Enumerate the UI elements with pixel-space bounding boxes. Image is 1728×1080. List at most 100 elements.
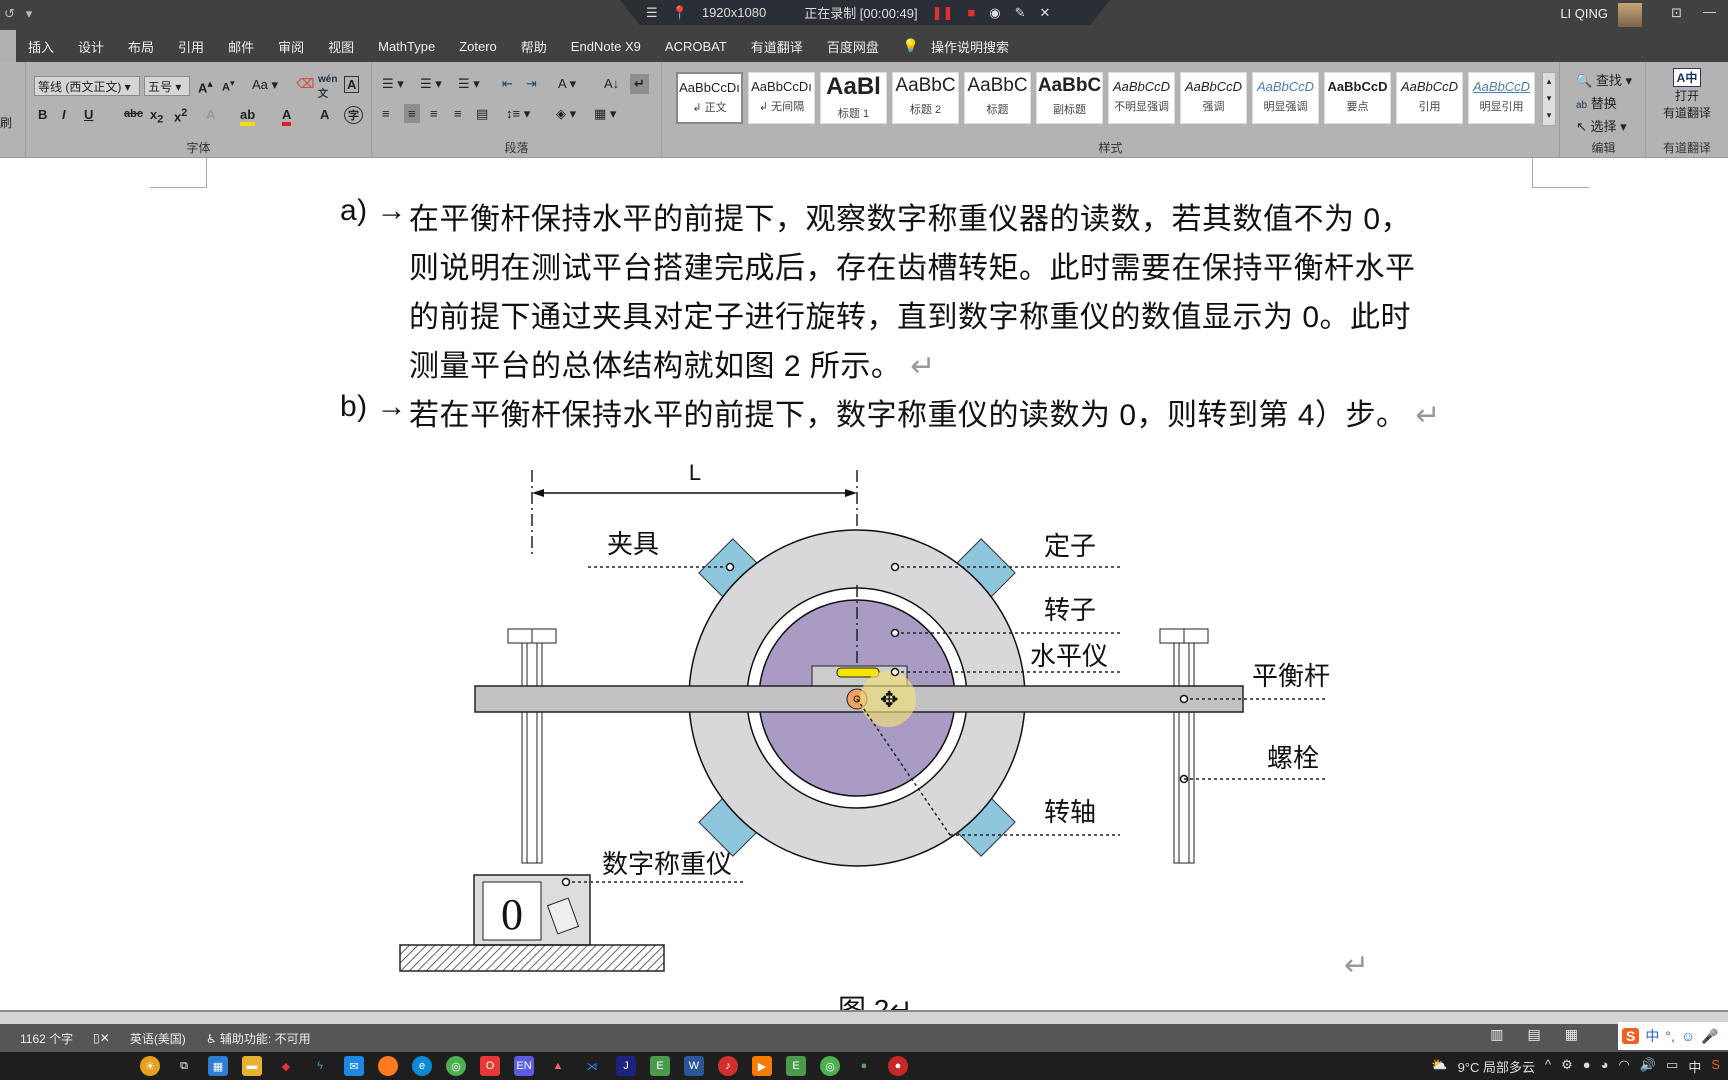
office-icon[interactable]: O [480, 1056, 500, 1076]
style-item[interactable]: AaBbCcDı ↲ 无间隔 [748, 72, 815, 124]
phonetic-guide-icon[interactable]: wén 文 [318, 74, 337, 100]
bold-button[interactable]: B [38, 107, 47, 122]
format-painter-label[interactable]: 刷 [0, 114, 12, 131]
grow-font-icon[interactable]: A▴ [198, 77, 213, 95]
tab-design[interactable]: 设计 [66, 37, 116, 56]
bullets-icon[interactable]: ☰ ▾ [382, 76, 404, 92]
font-name-select[interactable]: 等线 (西文正文) ▾ [34, 76, 140, 96]
tray-sogou-icon[interactable]: S [1711, 1057, 1720, 1076]
edt-icon[interactable]: E [650, 1056, 670, 1076]
style-item[interactable]: AaBbCcD 明显引用 [1468, 72, 1535, 124]
italic-button[interactable]: I [62, 107, 66, 122]
subscript-button[interactable]: x2 [150, 107, 163, 126]
find-button[interactable]: 🔍 查找 ▾ [1576, 70, 1632, 89]
tab-layout[interactable]: 布局 [116, 37, 166, 56]
tab-home-edge[interactable] [0, 30, 16, 62]
store-icon[interactable]: ▦ [208, 1056, 228, 1076]
app-red-diamond-icon[interactable]: ◆ [276, 1056, 296, 1076]
battery-icon[interactable]: ▭ [1666, 1057, 1678, 1076]
style-item[interactable]: AaBl 标题 1 [820, 72, 887, 124]
avatar[interactable] [1618, 3, 1642, 27]
tab-help[interactable]: 帮助 [509, 37, 559, 56]
camera-icon[interactable]: ◉ [989, 5, 1000, 21]
chinese-layout-icon[interactable]: A ▾ [558, 76, 576, 92]
change-case-icon[interactable]: Aa ▾ [252, 77, 278, 93]
print-layout-icon[interactable]: ▤ [1528, 1026, 1541, 1043]
close-icon[interactable]: ✕ [1040, 5, 1051, 21]
mic-icon[interactable]: 🎤 [1701, 1028, 1718, 1045]
tab-zotero[interactable]: Zotero [447, 39, 509, 54]
endnote-icon[interactable]: EN [514, 1056, 534, 1076]
char-border-icon[interactable]: A [344, 76, 360, 93]
select-button[interactable]: ↖ 选择 ▾ [1576, 116, 1627, 135]
enclose-char-icon[interactable]: 字 [344, 106, 363, 124]
web-layout-icon[interactable]: ▦ [1565, 1026, 1578, 1043]
youdao-open-button[interactable]: A中 打开 有道翻译 [1646, 68, 1728, 121]
justify-icon[interactable]: ≡ [454, 106, 462, 121]
weather[interactable]: 9°C 局部多云 [1458, 1057, 1535, 1076]
distributed-icon[interactable]: ▤ [476, 106, 488, 122]
proofing-icon[interactable]: ▯✕ [93, 1031, 110, 1045]
word-count[interactable]: 1162 个字 [20, 1030, 73, 1047]
user-name[interactable]: LI QING [1560, 6, 1608, 21]
wechat-icon[interactable]: ● [854, 1056, 874, 1076]
chrome-icon-2[interactable]: ◎ [820, 1056, 840, 1076]
numbering-icon[interactable]: ☰ ▾ [420, 76, 442, 92]
tab-references[interactable]: 引用 [166, 37, 216, 56]
tab-mailings[interactable]: 邮件 [216, 37, 266, 56]
tab-youdao[interactable]: 有道翻译 [739, 37, 815, 56]
widgets-icon[interactable]: ☀ [140, 1056, 160, 1076]
wifi-icon[interactable]: ◠ [1618, 1057, 1629, 1076]
style-item[interactable]: AaBbCcDı ↲ 正文 [676, 72, 743, 124]
tray-app-icon[interactable]: ⚙ [1561, 1057, 1573, 1076]
ime-toolbar[interactable]: S 中 °, ☺ 🎤 [1618, 1022, 1728, 1050]
multilevel-list-icon[interactable]: ☰ ▾ [458, 76, 480, 92]
tab-mathtype[interactable]: MathType [366, 39, 447, 54]
font-size-select[interactable]: 五号 ▾ [144, 76, 190, 96]
quick-access-customize-icon[interactable]: ↺ ▾ [4, 6, 32, 22]
edge-icon[interactable]: e [412, 1056, 432, 1076]
pen-icon[interactable]: ✎ [1015, 5, 1026, 21]
tray-overflow-icon[interactable]: ^ [1545, 1057, 1551, 1076]
style-item[interactable]: AaBbC 标题 [964, 72, 1031, 124]
mail-icon[interactable]: ✉ [344, 1056, 364, 1076]
task-view-icon[interactable]: ⧉ [174, 1056, 194, 1076]
jmag-icon[interactable]: J [616, 1056, 636, 1076]
shading-icon[interactable]: ◈ ▾ [556, 106, 576, 122]
language[interactable]: 英语(美国) [130, 1030, 186, 1047]
replace-button[interactable]: ab 替换 [1576, 93, 1617, 112]
style-item[interactable]: AaBbCcD 要点 [1324, 72, 1391, 124]
file-explorer-icon[interactable]: ▬ [242, 1056, 262, 1076]
style-item[interactable]: AaBbCcD 明显强调 [1252, 72, 1319, 124]
read-mode-icon[interactable]: ▥ [1490, 1026, 1503, 1043]
app-lightning-icon[interactable]: ϟ [310, 1056, 330, 1076]
vscode-icon[interactable]: ⋊ [582, 1056, 602, 1076]
chrome-icon[interactable]: ◎ [446, 1056, 466, 1076]
font-color-icon[interactable]: A [282, 107, 292, 126]
borders-icon[interactable]: ▦ ▾ [594, 106, 616, 122]
clear-format-icon[interactable]: ⌫ [296, 76, 314, 92]
ribbon-display-options-icon[interactable]: ⊡ [1671, 5, 1682, 21]
decrease-indent-icon[interactable]: ⇤ [502, 76, 513, 92]
show-marks-icon[interactable]: ↵ [630, 74, 649, 94]
superscript-button[interactable]: x2 [174, 107, 187, 124]
pin-icon[interactable]: 📍 [672, 5, 688, 21]
styles-scroll[interactable]: ▴ ▾ ▾ [1542, 72, 1556, 126]
align-right-icon[interactable]: ≡ [430, 106, 438, 121]
firefox-icon[interactable] [378, 1056, 398, 1076]
volume-icon[interactable]: 🔊 [1640, 1057, 1656, 1076]
char-shading-icon[interactable]: A [320, 107, 329, 122]
edt-icon-2[interactable]: E [786, 1056, 806, 1076]
style-item[interactable]: AaBbCcD 强调 [1180, 72, 1247, 124]
emoji-icon[interactable]: ☺ [1681, 1028, 1695, 1044]
recorder-icon[interactable]: ● [888, 1056, 908, 1076]
style-item[interactable]: AaBbC 标题 2 [892, 72, 959, 124]
matlab-icon[interactable]: ▲ [548, 1056, 568, 1076]
text-effects-icon[interactable]: A [206, 107, 215, 122]
line-spacing-icon[interactable]: ↕≡ ▾ [506, 106, 530, 122]
tray-language[interactable]: 中 [1688, 1057, 1701, 1076]
tab-review[interactable]: 审阅 [266, 37, 316, 56]
tray-wechat-icon[interactable]: ● [1583, 1057, 1591, 1076]
tell-me-search[interactable]: 操作说明搜索 [931, 37, 1021, 56]
ime-punctuation[interactable]: °, [1665, 1028, 1675, 1044]
